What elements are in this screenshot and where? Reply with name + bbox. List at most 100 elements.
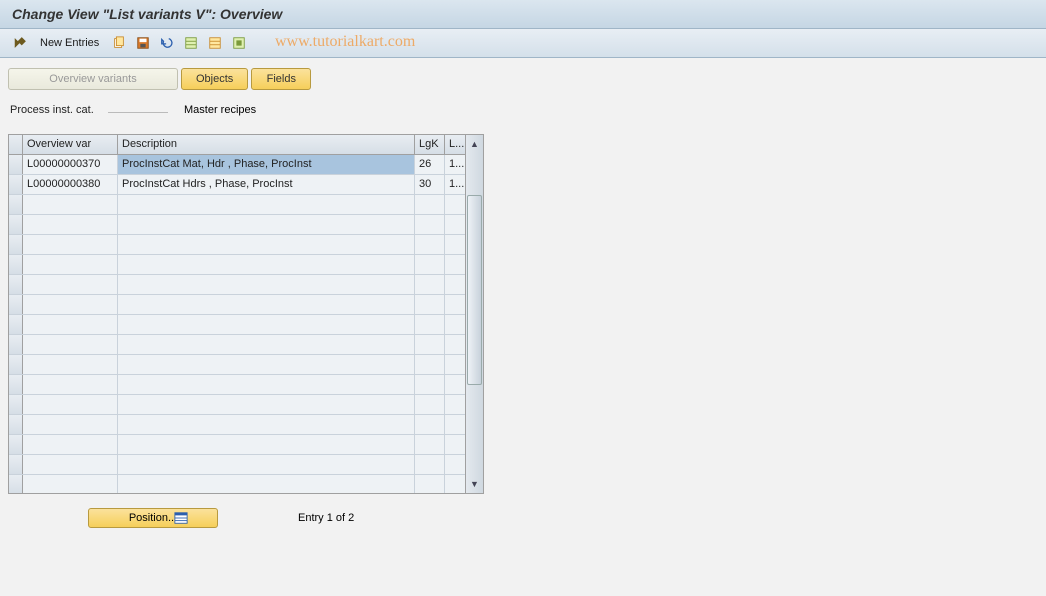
process-inst-cat-text: Master recipes (184, 104, 256, 116)
row-selector (9, 255, 23, 274)
cell-c2 (118, 295, 415, 314)
cell-c3[interactable]: 30 (415, 175, 445, 194)
table-row (9, 275, 465, 295)
table-row (9, 235, 465, 255)
cell-c4 (445, 235, 465, 254)
cell-c3 (415, 415, 445, 434)
table-row (9, 375, 465, 395)
cell-c2 (118, 435, 415, 454)
footer-row: Position... Entry 1 of 2 (8, 508, 1038, 528)
title-bar: Change View "List variants V": Overview (0, 0, 1046, 29)
cell-c3 (415, 215, 445, 234)
grid-header-lgk[interactable]: LgK (415, 135, 445, 154)
table-row (9, 335, 465, 355)
cell-c3 (415, 375, 445, 394)
cell-c2[interactable]: ProcInstCat Hdrs , Phase, ProcInst (118, 175, 415, 194)
cell-c2 (118, 275, 415, 294)
scroll-down-icon[interactable]: ▼ (467, 476, 483, 492)
cell-c1 (23, 235, 118, 254)
cell-c3 (415, 455, 445, 474)
delimit-icon[interactable] (229, 33, 249, 53)
cell-c4 (445, 375, 465, 394)
grid-header-overview-var[interactable]: Overview var (23, 135, 118, 154)
position-icon (174, 511, 188, 525)
table-row (9, 475, 465, 493)
cell-c1 (23, 475, 118, 493)
cell-c2 (118, 315, 415, 334)
grid-header-selector[interactable] (9, 135, 23, 154)
cell-c4 (445, 435, 465, 454)
row-selector (9, 355, 23, 374)
cell-c2[interactable]: ProcInstCat Mat, Hdr , Phase, ProcInst (118, 155, 415, 174)
row-selector (9, 275, 23, 294)
row-selector (9, 455, 23, 474)
row-selector[interactable] (9, 175, 23, 194)
watermark-text: www.tutorialkart.com (275, 33, 415, 51)
table-row[interactable]: L00000000370ProcInstCat Mat, Hdr , Phase… (9, 155, 465, 175)
cell-c4 (445, 275, 465, 294)
cell-c2 (118, 215, 415, 234)
cell-c4 (445, 355, 465, 374)
cell-c3 (415, 295, 445, 314)
data-grid: Overview var Description LgK L... L00000… (8, 134, 484, 494)
row-selector (9, 435, 23, 454)
table-row[interactable]: L00000000380ProcInstCat Hdrs , Phase, Pr… (9, 175, 465, 195)
cell-c2 (118, 375, 415, 394)
cell-c1 (23, 435, 118, 454)
new-entries-button[interactable]: New Entries (40, 37, 99, 49)
table-row (9, 415, 465, 435)
row-selector (9, 315, 23, 334)
toggle-icon[interactable] (10, 33, 30, 53)
cell-c1[interactable]: L00000000370 (23, 155, 118, 174)
cell-c3 (415, 335, 445, 354)
cell-c1[interactable]: L00000000380 (23, 175, 118, 194)
grid-header-description[interactable]: Description (118, 135, 415, 154)
scroll-up-icon[interactable]: ▲ (467, 136, 483, 152)
cell-c4[interactable]: 1... (445, 155, 465, 174)
cell-c4[interactable]: 1... (445, 175, 465, 194)
process-inst-cat-label: Process inst. cat. (10, 104, 102, 116)
cell-c3[interactable]: 26 (415, 155, 445, 174)
undo-icon[interactable] (157, 33, 177, 53)
cell-c4 (445, 395, 465, 414)
scroll-thumb[interactable] (467, 195, 482, 385)
vertical-scrollbar[interactable]: ▲ ▼ (465, 135, 483, 493)
row-selector (9, 295, 23, 314)
row-selector[interactable] (9, 155, 23, 174)
cell-c4 (445, 195, 465, 214)
cell-c4 (445, 315, 465, 334)
tab-fields[interactable]: Fields (251, 68, 311, 90)
cell-c3 (415, 315, 445, 334)
copy-icon[interactable] (109, 33, 129, 53)
table-row (9, 395, 465, 415)
row-selector (9, 415, 23, 434)
cell-c2 (118, 195, 415, 214)
entry-counter: Entry 1 of 2 (298, 512, 354, 524)
row-selector (9, 395, 23, 414)
position-button[interactable]: Position... (88, 508, 218, 528)
cell-c2 (118, 475, 415, 493)
save-icon[interactable] (133, 33, 153, 53)
grid-header-l[interactable]: L... (445, 135, 465, 154)
deselect-all-icon[interactable] (205, 33, 225, 53)
tab-objects[interactable]: Objects (181, 68, 248, 90)
row-selector (9, 215, 23, 234)
grid-header: Overview var Description LgK L... (9, 135, 465, 155)
row-selector (9, 475, 23, 493)
table-row (9, 195, 465, 215)
page-title: Change View "List variants V": Overview (12, 6, 1034, 22)
table-row (9, 355, 465, 375)
table-row (9, 315, 465, 335)
toolbar: New Entries www.tutorialkart.com (0, 29, 1046, 58)
cell-c1 (23, 395, 118, 414)
cell-c3 (415, 195, 445, 214)
cell-c1 (23, 355, 118, 374)
cell-c4 (445, 295, 465, 314)
cell-c4 (445, 215, 465, 234)
cell-c2 (118, 255, 415, 274)
table-row (9, 255, 465, 275)
process-inst-cat-value (108, 108, 168, 113)
cell-c1 (23, 335, 118, 354)
select-all-icon[interactable] (181, 33, 201, 53)
table-row (9, 455, 465, 475)
